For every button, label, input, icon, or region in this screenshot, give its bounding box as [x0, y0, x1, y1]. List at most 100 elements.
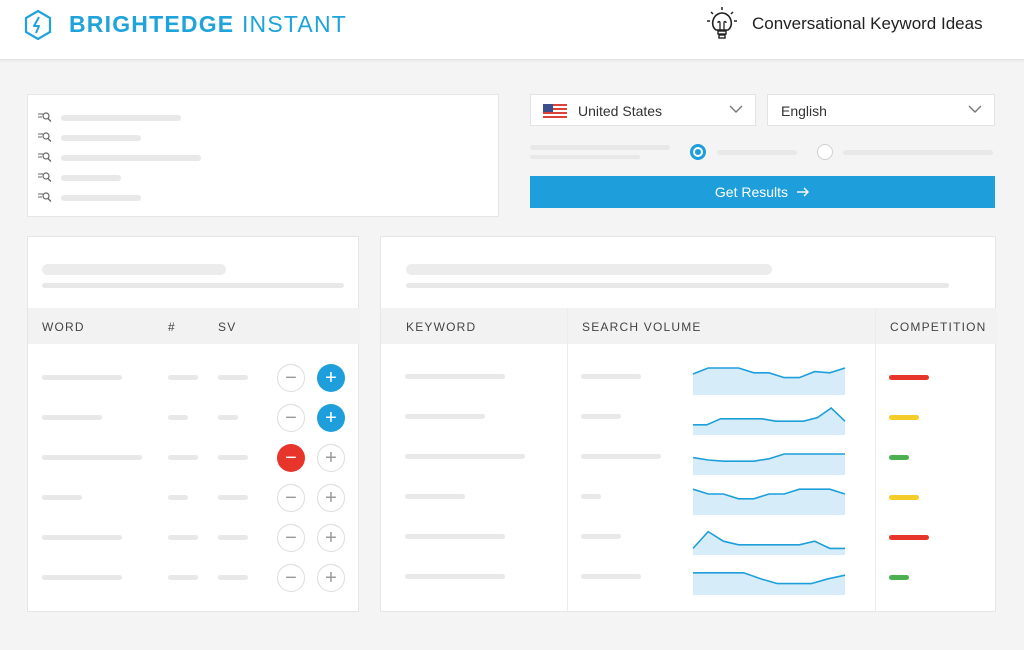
- count-cell-placeholder: [168, 455, 198, 460]
- keyword-placeholder-line: [61, 155, 201, 161]
- sv-cell-placeholder: [218, 495, 248, 500]
- keyword-table-card: KEYWORD SEARCH VOLUME COMPETITION: [380, 236, 997, 613]
- count-cell-placeholder: [168, 495, 188, 500]
- option-radio-label: [843, 150, 993, 155]
- keyword-input-area[interactable]: [27, 94, 499, 217]
- sv-cell-placeholder: [218, 575, 248, 580]
- minus-icon: −: [285, 407, 297, 429]
- language-select[interactable]: English: [767, 94, 995, 126]
- search-volume-sparkline: [692, 488, 846, 515]
- word-cell-placeholder: [42, 415, 102, 420]
- minus-icon: −: [285, 367, 297, 389]
- keyword-search-icon: [38, 172, 52, 182]
- column-header-word: WORD: [42, 320, 85, 334]
- column-header-search-volume: SEARCH VOLUME: [582, 320, 702, 334]
- keyword-table-header: KEYWORD SEARCH VOLUME COMPETITION: [381, 308, 997, 344]
- sv-cell-placeholder: [218, 455, 248, 460]
- competition-level-bar: [889, 495, 919, 500]
- page-title: Conversational Keyword Ideas: [752, 14, 983, 33]
- keyword-placeholder-line: [61, 195, 141, 201]
- competition-level-bar: [889, 455, 909, 460]
- plus-icon: +: [325, 487, 337, 509]
- plus-icon: +: [325, 527, 337, 549]
- include-word-button[interactable]: +: [317, 404, 345, 432]
- include-word-button[interactable]: +: [317, 364, 345, 392]
- plus-icon: +: [325, 407, 337, 429]
- sv-cell-placeholder: [218, 415, 238, 420]
- count-cell-placeholder: [168, 575, 198, 580]
- keyword-cell-placeholder: [405, 454, 525, 459]
- arrow-right-icon: [797, 187, 810, 197]
- column-divider: [875, 308, 876, 613]
- get-results-button[interactable]: Get Results: [530, 176, 995, 208]
- chevron-down-icon: [729, 105, 743, 113]
- exclude-word-button[interactable]: −: [277, 444, 305, 472]
- keyword-search-icon: [38, 112, 52, 122]
- sparkline-area: [693, 489, 845, 515]
- exclude-word-button[interactable]: −: [277, 564, 305, 592]
- word-cell-placeholder: [42, 455, 142, 460]
- word-card-subtitle-placeholder: [42, 283, 344, 288]
- word-table-header: WORD # SV: [28, 308, 360, 344]
- keyword-placeholder-line: [61, 115, 181, 121]
- count-cell-placeholder: [168, 415, 188, 420]
- language-select-value: English: [781, 103, 827, 119]
- competition-level-bar: [889, 375, 929, 380]
- include-word-button[interactable]: +: [317, 524, 345, 552]
- word-cell-placeholder: [42, 375, 122, 380]
- sparkline-area: [693, 454, 845, 475]
- search-volume-sparkline: [692, 530, 845, 555]
- minus-icon: −: [285, 447, 297, 469]
- column-header-sv: SV: [218, 320, 237, 334]
- word-cell-placeholder: [42, 535, 122, 540]
- column-header-keyword: KEYWORD: [406, 320, 477, 334]
- search-volume-cell-placeholder: [581, 494, 601, 499]
- word-card-title-placeholder: [42, 264, 226, 275]
- minus-icon: −: [285, 487, 297, 509]
- count-cell-placeholder: [168, 535, 198, 540]
- keyword-search-icon: [38, 132, 52, 142]
- keyword-search-icon: [38, 192, 52, 202]
- keyword-cell-placeholder: [405, 414, 485, 419]
- competition-level-bar: [889, 575, 909, 580]
- exclude-word-button[interactable]: −: [277, 484, 305, 512]
- word-table-card: WORD # SV − + − + − + − + − + − +: [27, 236, 360, 612]
- include-word-button[interactable]: +: [317, 444, 345, 472]
- plus-icon: +: [325, 367, 337, 389]
- minus-icon: −: [285, 527, 297, 549]
- column-header-count: #: [168, 320, 176, 334]
- country-select[interactable]: United States: [530, 94, 756, 126]
- keyword-cell-placeholder: [405, 374, 505, 379]
- search-volume-cell-placeholder: [581, 414, 621, 419]
- get-results-label: Get Results: [714, 184, 789, 200]
- app-header: BRIGHTEDGE INSTANT Conversational Keywor…: [0, 0, 1024, 60]
- sv-cell-placeholder: [218, 535, 248, 540]
- exclude-word-button[interactable]: −: [277, 404, 305, 432]
- keyword-placeholder-line: [61, 175, 121, 181]
- search-volume-sparkline: [692, 453, 845, 475]
- option-radio-label: [717, 150, 797, 155]
- column-header-competition: COMPETITION: [890, 320, 987, 334]
- option-label-placeholder: [530, 145, 670, 150]
- search-volume-sparkline: [692, 367, 846, 395]
- search-volume-sparkline: [693, 572, 846, 595]
- keyword-cell-placeholder: [405, 574, 505, 579]
- column-divider: [567, 308, 568, 613]
- keyword-cell-placeholder: [405, 494, 465, 499]
- competition-level-bar: [889, 415, 919, 420]
- minus-icon: −: [285, 567, 297, 589]
- search-volume-cell-placeholder: [581, 574, 641, 579]
- include-word-button[interactable]: +: [317, 564, 345, 592]
- include-word-button[interactable]: +: [317, 484, 345, 512]
- sparkline-area: [693, 531, 845, 555]
- word-cell-placeholder: [42, 575, 122, 580]
- option-radio-2[interactable]: [817, 144, 833, 160]
- exclude-word-button[interactable]: −: [277, 364, 305, 392]
- exclude-word-button[interactable]: −: [277, 524, 305, 552]
- keyword-placeholder-line: [61, 135, 141, 141]
- chevron-down-icon: [968, 105, 982, 113]
- option-radio-1[interactable]: [690, 144, 706, 160]
- count-cell-placeholder: [168, 375, 198, 380]
- word-cell-placeholder: [42, 495, 82, 500]
- sv-cell-placeholder: [218, 375, 248, 380]
